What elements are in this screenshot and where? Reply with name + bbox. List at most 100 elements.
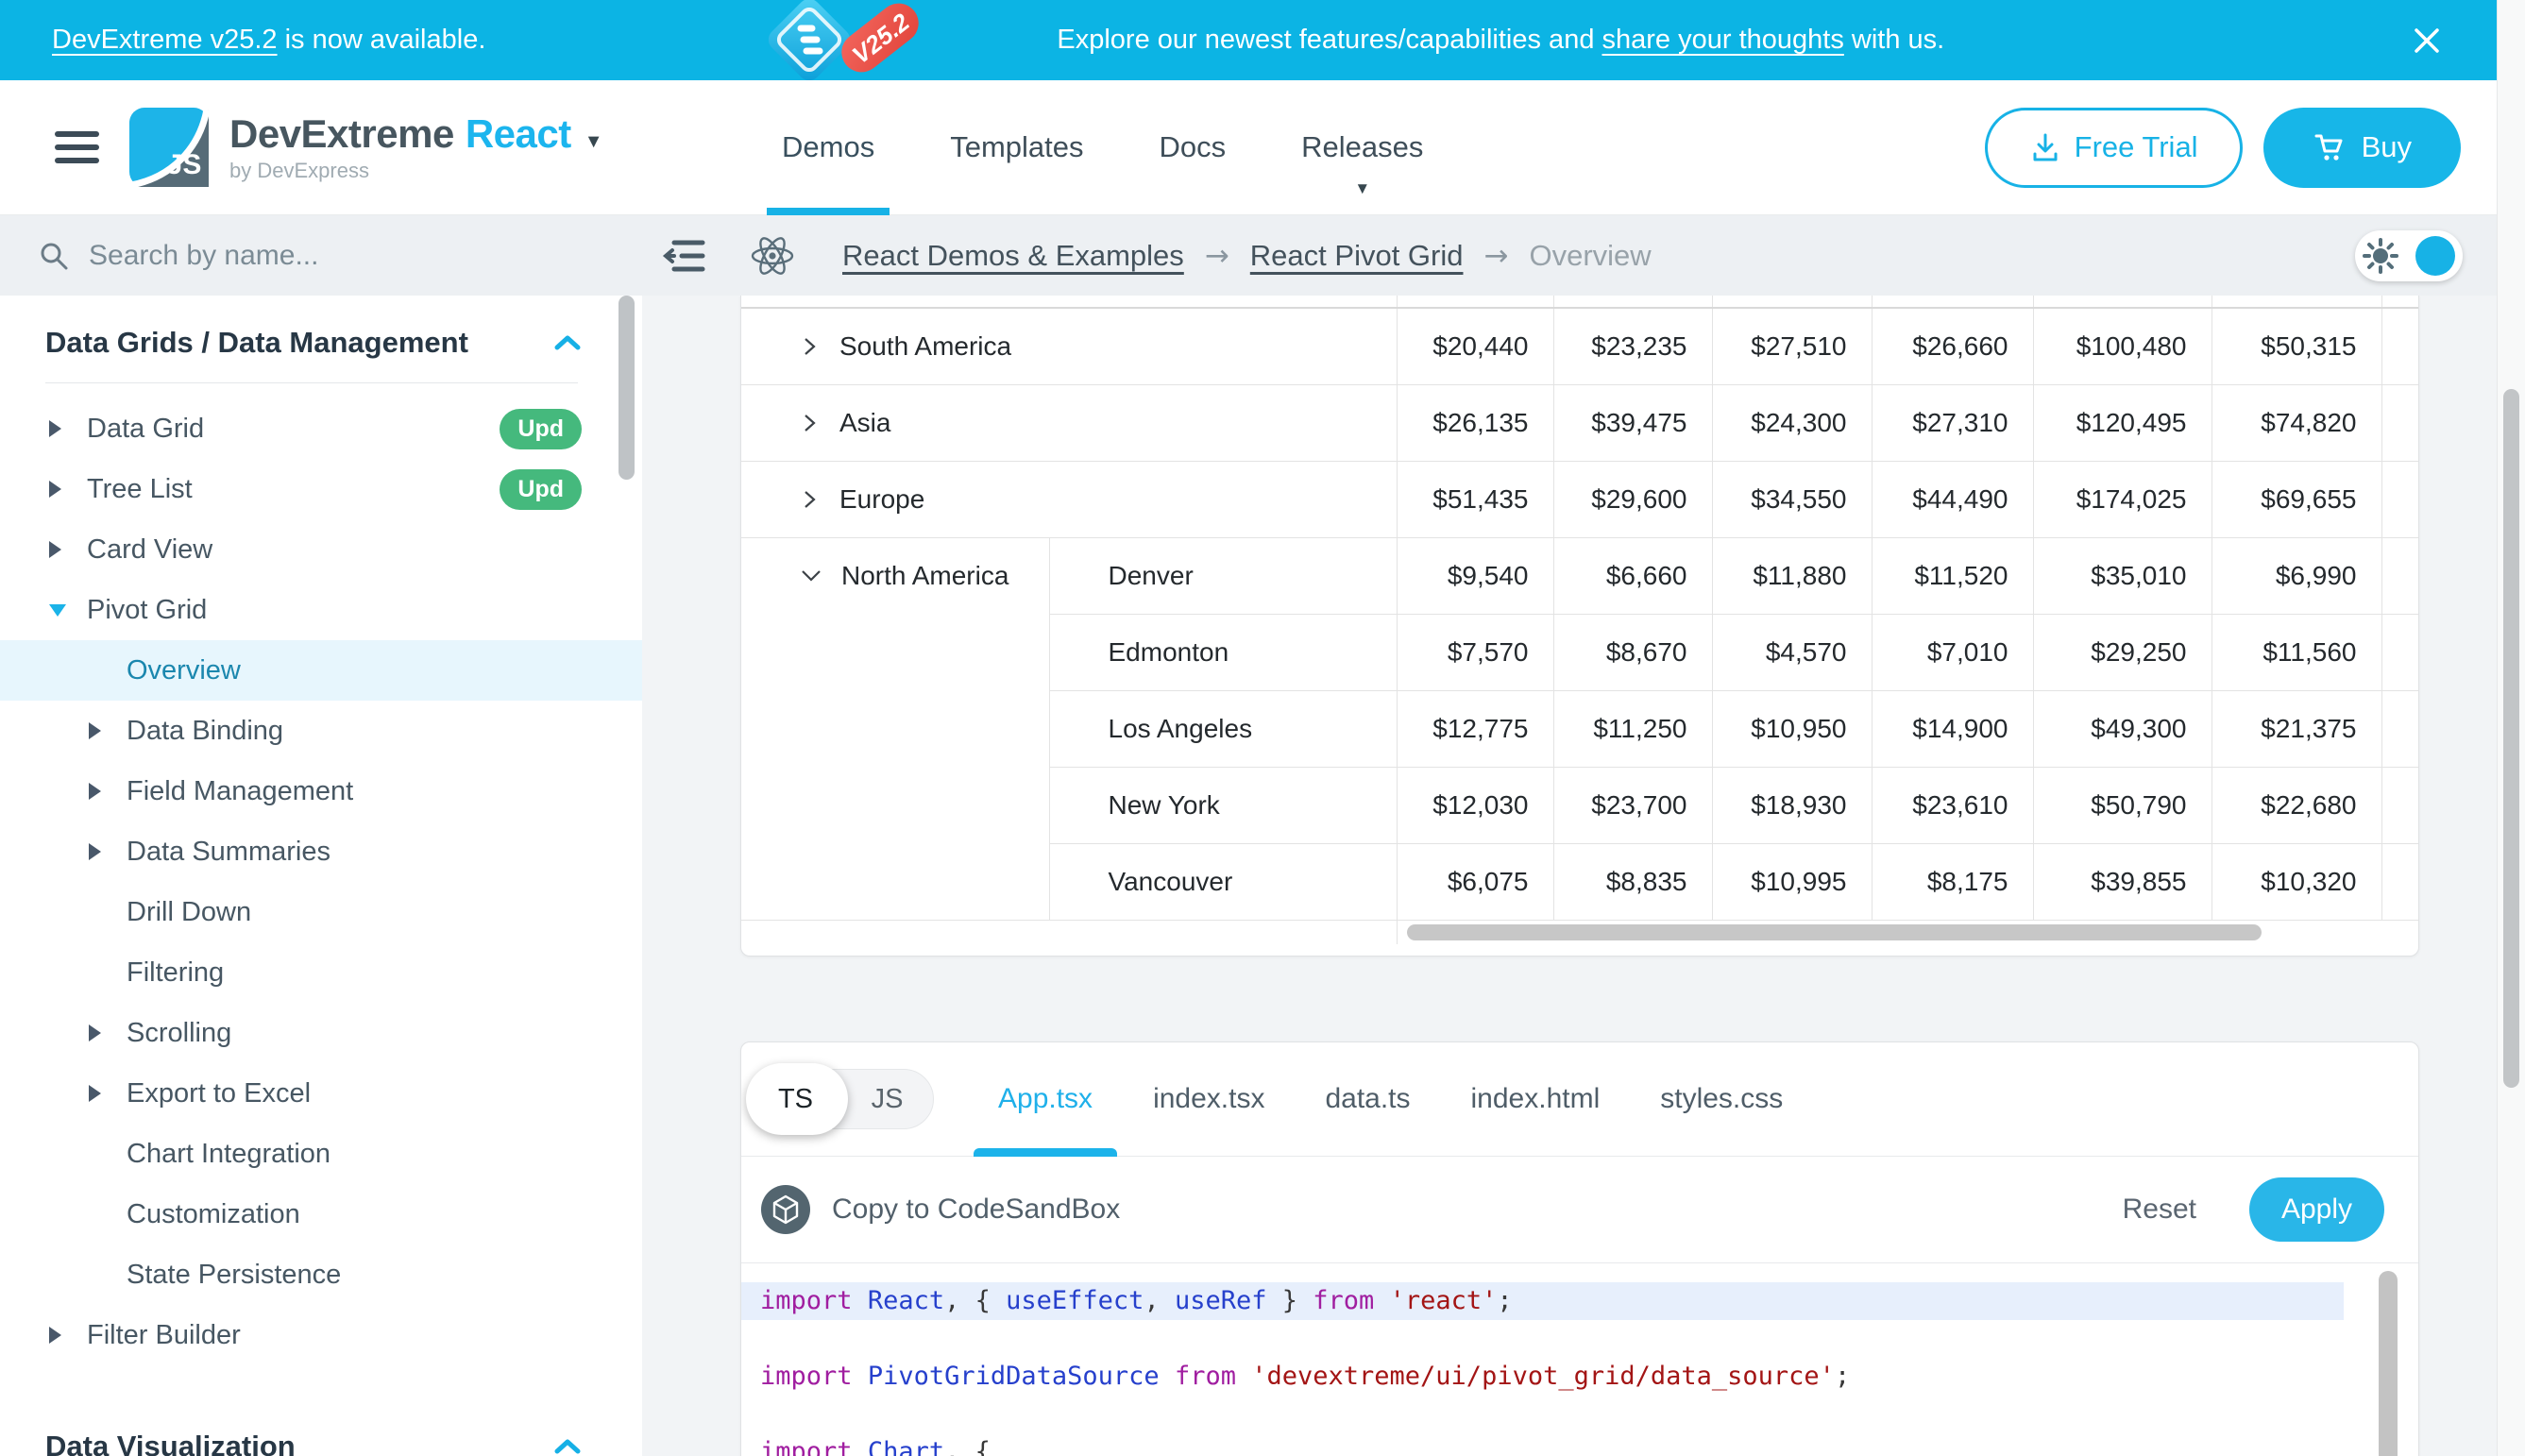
codesandbox-icon [760,1184,811,1235]
hamburger-menu-icon[interactable] [55,124,99,171]
sidebar-item-label: Chart Integration [127,1139,330,1170]
code-token: import [760,1362,853,1391]
code-token [853,1437,868,1456]
file-tab-index-html[interactable]: index.html [1441,1042,1631,1157]
theme-toggle[interactable] [2355,230,2463,281]
pivot-cutoff-cell [741,296,1397,308]
sidebar-scrollbar-thumb[interactable] [619,296,635,480]
file-tab-styles-css[interactable]: styles.css [1630,1042,1813,1157]
pivot-value-cell: $29,250 [2033,614,2211,690]
sidebar-item-pivot-grid[interactable]: Pivot Grid [0,580,642,640]
share-your-thoughts-link[interactable]: share your thoughts [1602,25,1844,55]
framework-selector[interactable]: React [466,111,571,156]
pivot-h-scrollbar[interactable] [1397,920,2418,944]
pivot-expanded-group-cell[interactable]: North America [741,537,1049,920]
devextreme-logo[interactable]: JS DevExtremeReact▼ by DevExpress [129,108,602,187]
sidebar-divider [45,382,578,383]
collapse-section-icon[interactable] [553,1438,582,1455]
pivot-group-cell[interactable]: South America [741,308,1397,384]
language-option-ts[interactable]: TS [750,1084,841,1115]
sidebar-section-1[interactable]: Data Visualization [0,1403,642,1456]
pivot-group-cell[interactable]: Asia [741,384,1397,461]
breadcrumb-link[interactable]: React Demos & Examples [842,239,1184,273]
page-scrollbar[interactable] [2497,0,2525,1456]
sidebar-search[interactable] [0,215,642,296]
code-scrollbar[interactable] [2379,1271,2398,1456]
sidebar-item-label: Drill Down [127,897,251,928]
sidebar-item-filtering[interactable]: Filtering [0,942,642,1003]
file-tab-app-tsx[interactable]: App.tsx [968,1042,1123,1157]
sidebar-item-card-view[interactable]: Card View [0,519,642,580]
expanded-arrow-icon [49,604,87,617]
collapse-sidebar-icon[interactable] [661,235,706,277]
expand-row-icon[interactable] [800,335,821,358]
nav-item-releases[interactable]: Releases▼ [1263,80,1461,215]
code-token: useRef [1175,1286,1267,1315]
sidebar-item-scrolling[interactable]: Scrolling [0,1003,642,1063]
pivot-value-cell: $21,375 [2211,690,2381,767]
nav-item-docs[interactable]: Docs [1122,80,1264,215]
framework-caret-icon[interactable]: ▼ [585,131,602,152]
code-token: useEffect [1006,1286,1144,1315]
sidebar-item-filter-builder[interactable]: Filter Builder [0,1305,642,1365]
theme-toggle-knob[interactable] [2415,236,2455,276]
sidebar-item-drill-down[interactable]: Drill Down [0,882,642,942]
sidebar-item-export-to-excel[interactable]: Export to Excel [0,1063,642,1124]
content-area: React Demos & Examples→React Pivot Grid→… [642,215,2497,1456]
sidebar-item-data-summaries[interactable]: Data Summaries [0,821,642,882]
pivot-value-cell: $26,135 [1397,384,1553,461]
free-trial-button[interactable]: Free Trial [1985,108,2243,188]
file-tab-index-tsx[interactable]: index.tsx [1123,1042,1295,1157]
sidebar-item-chart-integration[interactable]: Chart Integration [0,1124,642,1184]
main-header: JS DevExtremeReact▼ by DevExpress DemosT… [0,80,2497,215]
code-token: 'react' [1390,1286,1498,1315]
sidebar-item-data-grid[interactable]: Data GridUpd [0,398,642,459]
file-tab-data-ts[interactable]: data.ts [1295,1042,1440,1157]
sidebar-item-data-binding[interactable]: Data Binding [0,701,642,761]
nav-item-label: Templates [950,130,1083,164]
table-row: Asia$26,135$39,475$24,300$27,310$120,495… [741,384,2418,461]
nav-item-templates[interactable]: Templates [912,80,1121,215]
code-scrollbar-thumb[interactable] [2379,1271,2398,1456]
collapse-row-icon[interactable] [800,566,822,586]
code-line: import PivotGridDataSource from 'devextr… [741,1358,2418,1396]
reset-button[interactable]: Reset [2123,1194,2196,1226]
pivot-value-cell: $100,480 [2033,308,2211,384]
breadcrumb-link[interactable]: React Pivot Grid [1250,239,1464,273]
demo-sidebar: Data Grids / Data Management Data GridUpd… [0,215,642,1456]
pivot-city-cell: New York [1049,767,1397,843]
sidebar-section-title: Data Grids / Data Management [45,326,468,360]
collapsed-arrow-icon [49,1327,87,1344]
sidebar-section-0[interactable]: Data Grids / Data Management [0,299,642,382]
language-toggle[interactable]: TSJS [749,1069,934,1129]
code-token [853,1362,868,1391]
apply-button[interactable]: Apply [2249,1177,2384,1242]
sidebar-item-customization[interactable]: Customization [0,1184,642,1244]
pivot-group-cell[interactable]: Europe [741,461,1397,537]
pivot-value-cell: $12,030 [1397,767,1553,843]
code-line [741,1396,2418,1433]
sidebar-item-tree-list[interactable]: Tree ListUpd [0,459,642,519]
nav-item-demos[interactable]: Demos [744,80,912,215]
page-scrollbar-thumb[interactable] [2503,389,2519,1088]
expand-row-icon[interactable] [800,412,821,434]
sidebar-item-field-management[interactable]: Field Management [0,761,642,821]
banner-close-icon[interactable] [2409,23,2445,59]
buy-button[interactable]: Buy [2263,108,2461,188]
pivot-value-cell: $12,775 [1397,690,1553,767]
code-line: import React, { useEffect, useRef } from… [741,1282,2344,1320]
copy-to-codesandbox-button[interactable]: Copy to CodeSandBox [760,1184,1120,1235]
sidebar-item-overview[interactable]: Overview [0,640,642,701]
sidebar-scrollbar[interactable] [619,296,635,1456]
expand-row-icon[interactable] [800,488,821,511]
collapse-section-icon[interactable] [553,334,582,351]
code-editor[interactable]: import React, { useEffect, useRef } from… [741,1263,2418,1456]
demo-scroll-area[interactable]: South America$20,440$23,235$27,510$26,66… [642,296,2497,1456]
language-option-js[interactable]: JS [841,1084,933,1115]
banner-message: Explore our newest features/capabilities… [1057,25,1944,56]
search-input[interactable] [89,240,542,272]
sidebar-item-state-persistence[interactable]: State Persistence [0,1244,642,1305]
banner-version-link[interactable]: DevExtreme v25.2 [52,25,278,55]
pivot-value-cell: $27,310 [1872,384,2033,461]
pivot-h-scrollbar-thumb[interactable] [1407,924,2262,940]
